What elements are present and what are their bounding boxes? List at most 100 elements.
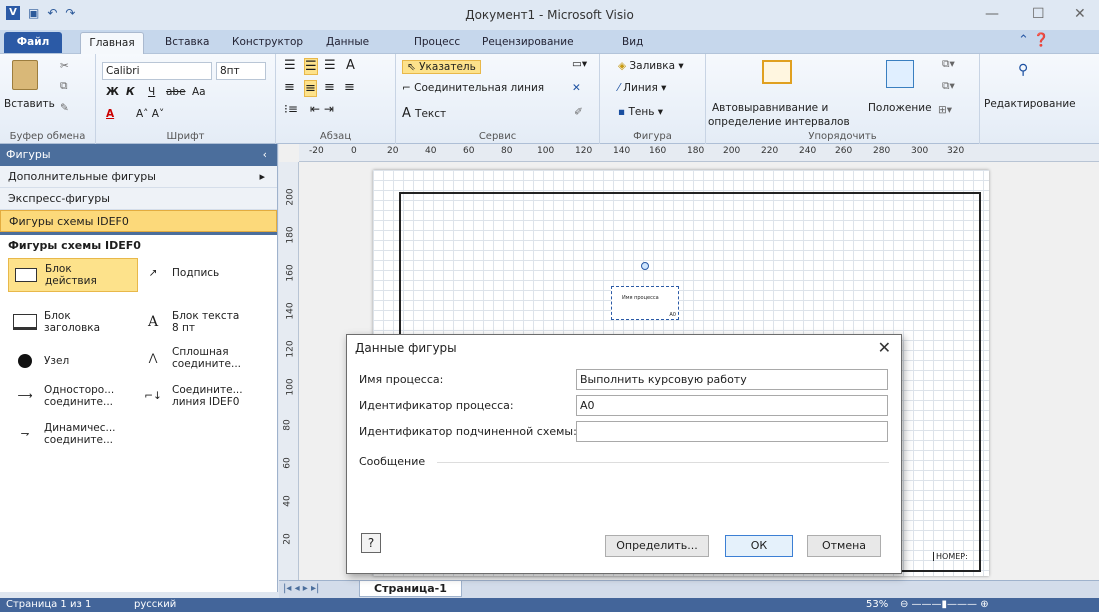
send-back-icon[interactable]: ⧉▾ [942,80,955,93]
editing-button[interactable]: Редактирование [984,98,1076,110]
fill-button[interactable]: ◈ Заливка ▾ [618,60,684,72]
ruler-label: 60 [463,146,475,156]
align-middle-icon[interactable]: ☰ [304,58,318,75]
subdiagram-id-input[interactable] [576,421,888,442]
process-shape-text: Имя процесса [622,295,659,301]
dynamic-connector-icon: ⇁ [20,428,30,440]
collapse-icon[interactable]: ‹ [263,144,267,166]
tab-data[interactable]: Данные [326,36,369,48]
close-icon[interactable]: ✕ [878,338,891,357]
process-name-input[interactable]: Выполнить курсовую работу [576,369,888,390]
format-painter-icon[interactable]: ✎ [60,102,69,114]
tab-insert[interactable]: Вставка [165,36,210,48]
strike-button[interactable]: abe [166,86,186,98]
ruler-label: 40 [425,146,437,156]
justify-icon[interactable]: ≡ [344,80,355,95]
group-font: Calibri 8пт Ж К Ч abe Aa A A˄ A˅ Шрифт [96,54,276,144]
text-direction-icon[interactable]: A [346,58,355,73]
align-left-icon[interactable]: ≡ [284,80,295,95]
ruler-label: 40 [282,495,293,507]
align-center-icon[interactable]: ≡ [304,80,317,97]
align-bottom-icon[interactable]: ☰ [324,58,336,73]
shape-one-way-connector[interactable]: ⟶ Односторо... соедините... [12,384,124,408]
help-icon[interactable]: ⌃ ❓ [1018,33,1049,48]
indent-icon[interactable]: ⇤ ⇥ [310,102,334,116]
cancel-button[interactable]: Отмена [807,535,881,557]
tab-view[interactable]: Вид [622,36,643,48]
font-color-icon[interactable]: A [106,108,114,120]
paste-icon[interactable] [12,60,38,90]
ribbon-tabs: Файл Главная Вставка Конструктор Данные … [0,30,1099,55]
underline-button[interactable]: Ч [148,86,155,98]
rotation-handle-icon[interactable] [641,262,649,270]
zoom-slider[interactable]: ⊖ ———▮——— ⊕ [900,598,989,612]
rectangle-tool-icon[interactable]: ▭▾ [572,58,587,70]
shape-annotation[interactable]: ↗ Подпись [140,262,220,284]
ruler-label: 160 [285,264,296,282]
sidebar-item-idef0[interactable]: Фигуры схемы IDEF0 [0,210,277,232]
bullets-icon[interactable]: ⁝≡ [284,102,298,116]
shape-dynamic-connector[interactable]: ⇁ Динамичес... соедините... [12,422,124,446]
maximize-button[interactable]: ☐ [1032,6,1045,22]
shadow-button[interactable]: ▪ Тень ▾ [618,106,663,118]
shape-title-block[interactable]: Блок заголовка [12,310,114,334]
close-button[interactable]: ✕ [1074,6,1086,22]
shape-text-block[interactable]: A Блок текста 8 пт [140,310,242,334]
tab-design[interactable]: Конструктор [232,36,303,48]
field-label-process-id: Идентификатор процесса: [359,399,514,412]
ruler-label: 200 [723,146,741,156]
position-icon[interactable] [886,60,914,88]
case-button[interactable]: Aa [192,86,206,98]
tab-file[interactable]: Файл [4,32,62,53]
process-shape[interactable]: Имя процесса A0 [611,286,679,320]
pointer-tool[interactable]: ⇖ Указатель [402,60,481,74]
help-icon[interactable]: ? [361,533,381,553]
shape-idef0-connector[interactable]: ⌐↓ Соедините... линия IDEF0 [140,384,252,408]
ruler-label: 100 [537,146,555,156]
shape-node[interactable]: Узел [12,350,69,372]
paste-button[interactable]: Вставить [4,98,55,110]
group-icon[interactable]: ⊞▾ [938,104,952,116]
line-button[interactable]: ⁄ Линия ▾ [618,82,666,94]
ruler-label: 320 [947,146,965,156]
shape-solid-connector[interactable]: ⋀ Сплошная соедините... [140,346,252,370]
align-top-icon[interactable]: ☰ [284,58,296,73]
ruler-label: 180 [687,146,705,156]
font-size-select[interactable]: 8пт [216,62,266,80]
bring-front-icon[interactable]: ⧉▾ [942,58,955,71]
sheet-tab-page-1[interactable]: Страница-1 [359,581,462,597]
minimize-button[interactable]: — [985,6,999,22]
autoalign-icon[interactable] [762,60,792,84]
autoalign-button[interactable]: Автовыравнивание и [712,102,828,114]
ok-button[interactable]: ОК [725,535,793,557]
find-icon[interactable]: ⚲ [1018,62,1028,78]
fill-icon: ◈ [618,60,630,72]
sheet-nav-icon[interactable]: |◂ ◂ ▸ ▸| [283,583,319,594]
shape-activity-box[interactable]: Блок действия [8,258,138,292]
ruler-label: 200 [285,188,296,206]
cut-icon[interactable]: ✂ [60,60,69,72]
italic-button[interactable]: К [126,86,135,98]
copy-icon[interactable]: ⧉ [60,80,68,93]
text-tool[interactable]: A Текст [402,106,446,121]
font-family-select[interactable]: Calibri [102,62,212,80]
font-size-buttons[interactable]: A˄ A˅ [136,108,164,120]
sidebar-item-more-shapes[interactable]: Дополнительные фигуры ▸ [0,166,277,188]
close-tool-icon[interactable]: ✕ [572,82,581,94]
group-shape: ◈ Заливка ▾ ⁄ Линия ▾ ▪ Тень ▾ Фигура [600,54,706,144]
connector-tool[interactable]: ⌐ Соединительная линия [402,82,544,94]
process-id-input[interactable]: A0 [576,395,888,416]
define-button[interactable]: Определить... [605,535,709,557]
group-clipboard: Вставить ✂ ⧉ ✎ Буфер обмена [0,54,96,144]
position-button[interactable]: Положение [868,102,932,114]
align-right-icon[interactable]: ≡ [324,80,335,95]
group-paragraph: ☰ ☰ ☰ A ≡ ≡ ≡ ≡ ⁝≡ ⇤ ⇥ Абзац [276,54,396,144]
tab-home[interactable]: Главная [80,32,144,55]
tab-process[interactable]: Процесс [414,36,460,48]
bold-button[interactable]: Ж [106,86,119,98]
tab-review[interactable]: Рецензирование [482,36,574,48]
idef0-connector-icon: ⌐↓ [144,390,162,402]
sidebar-item-quick-shapes[interactable]: Экспресс-фигуры [0,188,277,210]
ruler-label: 260 [835,146,853,156]
pencil-tool-icon[interactable]: ✐ [574,106,583,118]
